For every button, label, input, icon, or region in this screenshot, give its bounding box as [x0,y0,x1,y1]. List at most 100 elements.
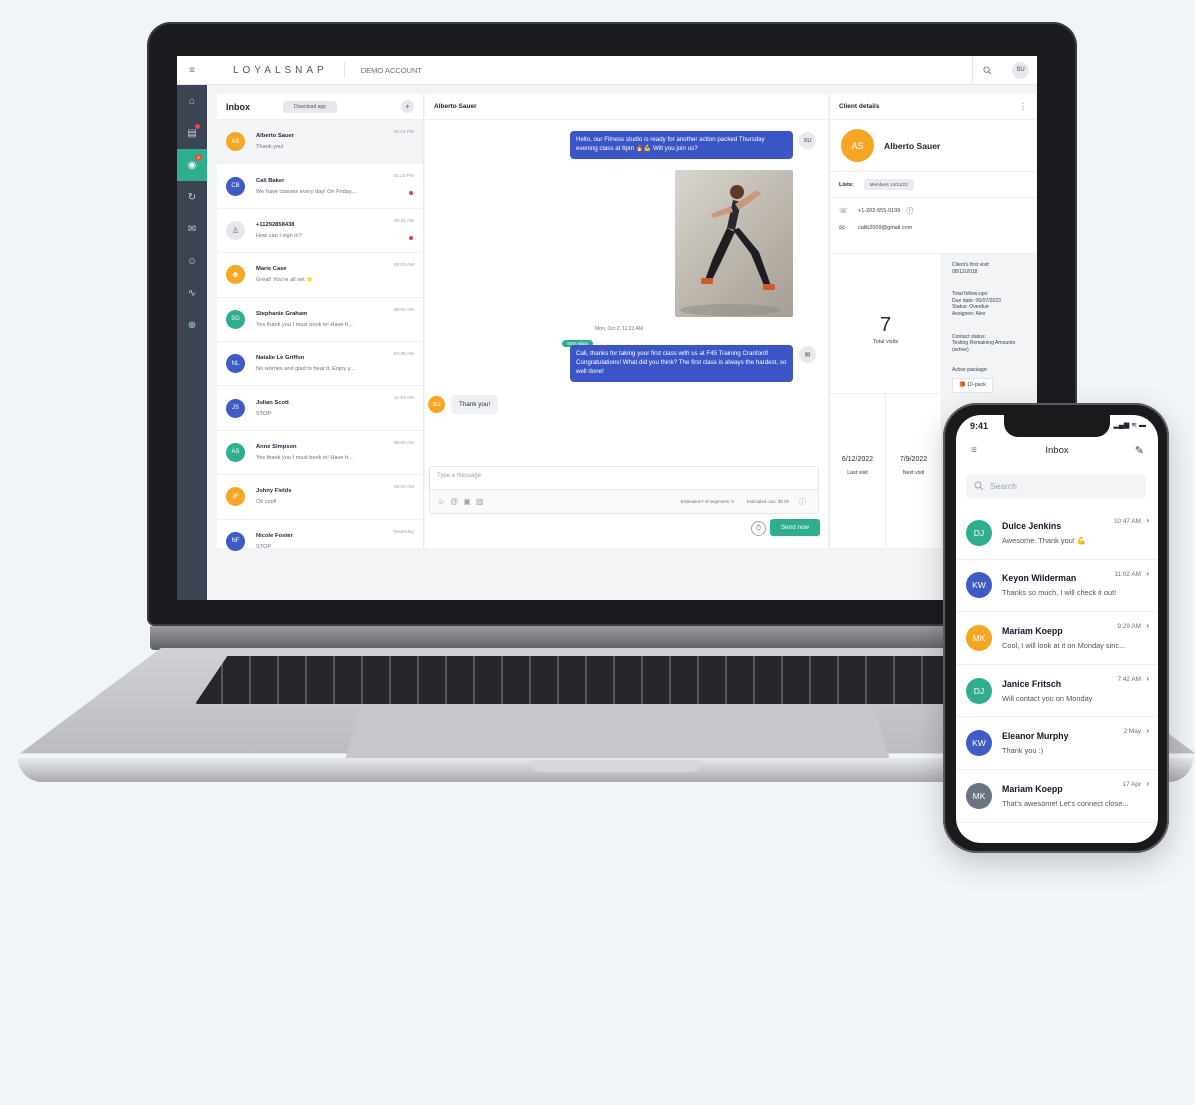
phone-conversation-item[interactable]: DJ Janice Fritsch Will contact you on Mo… [956,665,1158,718]
conversation-item[interactable]: AS Anne Simpson Yes thank you I must boo… [217,431,423,476]
menu-icon[interactable]: ≡ [177,65,207,76]
package-label: Active package: [952,367,988,374]
contact-name: Anne Simpson [256,443,297,450]
send-now-button[interactable]: Send now [769,519,820,536]
list-chip[interactable]: Members 14/11/23 [863,179,914,190]
conversation-panel: Alberto Sauer Hello, our Fitness studio … [425,94,828,548]
message-time: 17 Apr [1122,780,1141,788]
laptop-keyboard [195,656,1005,704]
main-content: Inbox Download app + AS Alberto Sauer Th… [207,85,1037,600]
contact-name: Natalie Le Griffon [256,355,305,362]
unread-dot [409,235,413,240]
phone-conversation-item[interactable]: KW Eleanor Murphy Thank you :) 2 May › [956,717,1158,770]
user-avatar[interactable]: SU [1012,61,1029,79]
laptop-notch [532,760,700,772]
message-preview: STOP [256,410,272,417]
refresh-icon[interactable]: ↻ [177,181,207,213]
more-options-icon[interactable]: ⋮ [1019,102,1027,111]
phone-header: ≡ Inbox ✎ [956,439,1158,461]
menu-icon[interactable]: ≡ [971,445,977,456]
clipboard-icon[interactable]: ▤ [177,117,207,149]
home-icon[interactable]: ⌂ [177,85,207,117]
next-visit-label: Next visit [902,470,925,476]
user-icon: ♙ [231,225,240,235]
client-lists: Lists: Members 14/11/23 [830,171,1036,197]
client-email[interactable]: calib2009@gmail.com [858,225,912,231]
conversation-text: Natalie Le Griffon No worries and glad t… [256,355,414,372]
conversation-item[interactable]: AS Alberto Sauer Thank you! 05:23 PM [217,120,423,165]
download-app-button[interactable]: Download app [283,100,337,113]
total-visits-card: 7 Total visits [830,254,942,394]
phone-screen: 9:41 ▂▄▆ ≋ ▬ ≡ Inbox ✎ Search DJ Dulce J… [956,415,1158,843]
help-icon[interactable]: ⓘ [799,497,806,507]
message-preview: Yes thank you I must book in! Have h... [256,454,353,461]
status-time: 9:41 [970,421,989,431]
message-preview: Yes thank you I must book in! Have h... [256,321,353,328]
phone-conversation-item[interactable]: MK Mariam Koepp Cool, I will look at it … [956,612,1158,665]
message-time: 10:47 AM [1113,518,1141,525]
contact-name: Alberto Sauer [256,133,295,140]
conversation-item[interactable]: CB Cali Baker We have classes every day!… [217,164,423,209]
avatar: ☻ [226,265,245,285]
compose-icon[interactable]: ✎ [1135,444,1144,457]
analytics-icon[interactable]: ∿ [177,277,207,309]
people-icon[interactable]: ☺ [177,245,207,277]
search-icon[interactable] [972,56,1002,84]
package-chip[interactable]: 🎁 10-pack [952,378,993,393]
next-visit-date: 7/9/2022 [899,456,928,463]
conversation-item[interactable]: NL Natalie Le Griffon No worries and gla… [217,342,423,387]
message-preview: That's awesome! Let's connect close... [1002,798,1129,808]
phone-notch [1004,415,1110,437]
contact-name: Julian Scott [256,399,289,406]
conversation-text: Johny Fields Ok cool! [256,488,414,505]
client-summary: AS Alberto Sauer [830,120,1036,171]
chat-icon[interactable]: ◉ 2 [177,149,207,181]
conversation-item[interactable]: ☻ Marie Case Great! You're all set ⭐ 09:… [217,253,423,298]
mention-icon[interactable]: @ [450,497,458,506]
conversation-item[interactable]: JF Johny Fields Ok cool! 09:03 AM [217,475,423,520]
phone-conversation-item[interactable]: KW Keyon Wilderman Thanks so much, I wil… [956,560,1158,613]
fitness-photo[interactable] [675,170,793,317]
outgoing-message: Cali, thanks for taking your first class… [570,345,793,382]
avatar-initials: JS [231,405,239,412]
conversation-text: Nicole Foster STOP [256,533,414,550]
client-contact: ☏ +1-202-555-0199 ⓘ ✉ calib2009@gmail.com [830,197,1036,243]
message-preview: Awesome. Thank you! 💪 [1002,535,1087,545]
phone-row: ☏ +1-202-555-0199 ⓘ [839,206,1027,216]
add-conversation-button[interactable]: + [401,100,414,113]
phone-conversation-item[interactable]: MK Mariam Koepp That's awesome! Let's co… [956,770,1158,823]
chevron-right-icon: › [1146,516,1149,525]
message-preview: How can I sign in? [256,232,302,239]
contact-name: Cali Baker [256,177,285,184]
avatar: NF [226,531,245,551]
account-name[interactable]: DEMO ACCOUNT [361,66,422,75]
message-input[interactable]: Type a message [430,467,818,490]
phone-conversation-item[interactable]: DJ Dulce Jenkins Awesome. Thank you! 💪 1… [956,507,1158,560]
message-preview: We have classes every day! On Friday,... [256,188,358,195]
avatar-initials: CB [231,183,240,190]
emoji-icon[interactable]: ☺ [437,497,445,506]
phone-search-input[interactable]: Search [966,474,1146,498]
message-preview: Thank you! [256,144,284,151]
contact-name: +11292858438 [256,221,295,228]
client-phone[interactable]: +1-202-555-0199 [858,208,900,214]
search-icon [974,481,984,491]
client-details-title: Client details [839,103,880,110]
conversation-item[interactable]: JS Julian Scott STOP 11:53 AM [217,386,423,431]
conversation-text: Anne Simpson Yes thank you I must book i… [256,444,414,461]
avatar: JS [226,398,245,418]
template-icon[interactable]: ▣ [463,497,471,506]
image-icon[interactable]: ▨ [476,497,484,506]
schedule-icon[interactable]: ⏱ [751,521,766,536]
composer-toolbar: ☺ @ ▣ ▨ Estimated # of segments: 0 Estim… [430,490,818,513]
conversation-item[interactable]: ♙ +11292858438 How can I sign in? 08:31 … [217,209,423,254]
info-icon[interactable]: ⓘ [906,206,913,216]
unread-dot [409,191,413,196]
message-time: 05:23 PM [393,130,414,135]
mail-icon[interactable]: ✉ [177,213,207,245]
conversation-item[interactable]: NF Nicole Foster STOP Yesterday [217,520,423,564]
logout-icon[interactable]: ⊕ [177,309,207,341]
message-preview: STOP [256,543,272,550]
conversation-item[interactable]: SG Stephanie Graham Yes thank you I must… [217,298,423,342]
first-visit-block: Client's first visit: 08/12/2018 [952,262,1027,275]
